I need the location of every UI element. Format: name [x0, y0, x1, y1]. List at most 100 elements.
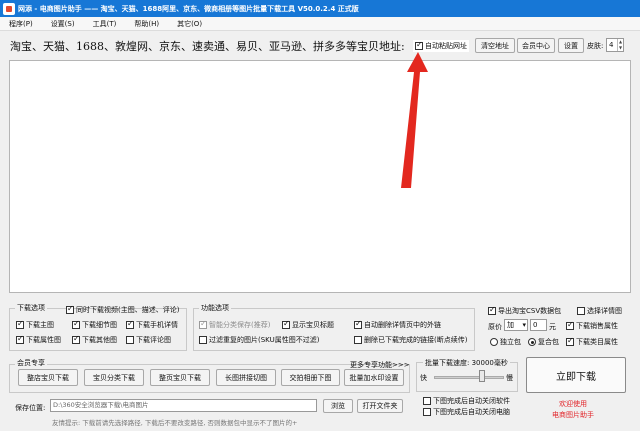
option-download-main-images[interactable]: 下载主图: [16, 319, 54, 330]
option-remove-external-links[interactable]: 自动删除详情页中的外链: [354, 319, 441, 330]
option-auto-close-software[interactable]: 下图完成后自动关闭软件: [423, 396, 510, 406]
save-path-input[interactable]: D:\360安全浏览器下载\电商图片: [50, 399, 317, 412]
save-location-label: 保存位置:: [15, 404, 46, 412]
url-textarea[interactable]: [9, 60, 631, 293]
price-operator-select[interactable]: 加: [504, 319, 528, 331]
option-label: 下载属性图: [26, 336, 61, 344]
option-export-csv[interactable]: 导出淘宝CSV数据包: [488, 305, 561, 316]
option-download-review-images[interactable]: 下载评论图: [126, 335, 171, 345]
radio-circle[interactable]: [528, 338, 536, 346]
option-label: 显示宝贝标题: [292, 321, 334, 329]
checkbox-box[interactable]: [423, 408, 431, 416]
option-download-mobile-details[interactable]: 下载手机详情: [126, 319, 178, 330]
menu-help[interactable]: 帮助(H): [125, 19, 168, 29]
checkbox-box[interactable]: [282, 319, 290, 329]
skin-spinner[interactable]: 4 ▲ ▼: [606, 38, 624, 52]
checkbox-box[interactable]: [354, 319, 362, 329]
speed-slider-track[interactable]: [434, 376, 504, 379]
option-label: 下图完成后自动关闭软件: [433, 397, 510, 405]
speed-slow-label: 慢: [506, 374, 513, 382]
speed-slider-thumb[interactable]: [478, 370, 485, 382]
shop-download-button[interactable]: 整店宝贝下载: [18, 369, 78, 386]
option-label: 下载类目属性: [576, 338, 618, 346]
option-download-category-attributes[interactable]: 下载类目属性: [566, 336, 618, 347]
window-title: 网添 - 电商图片助手 —— 淘宝、天猫、1688阿里、京东、微商相册等图片批量…: [18, 4, 359, 13]
spinner-arrows-icon[interactable]: ▲ ▼: [617, 39, 623, 51]
option-label: 复合包: [538, 338, 559, 346]
option-label: 下载销售属性: [576, 322, 618, 330]
checkbox-box[interactable]: [66, 304, 74, 314]
skin-value: 4: [609, 41, 614, 49]
function-options-title: 功能选项: [199, 303, 231, 313]
option-show-title[interactable]: 显示宝贝标题: [282, 319, 334, 330]
option-label: 下载主图: [26, 321, 54, 329]
checkbox-box[interactable]: [566, 320, 574, 330]
speed-fast-label: 快: [420, 374, 427, 382]
checkbox-box[interactable]: [577, 307, 585, 315]
price-value: 0: [533, 321, 538, 329]
price-value-input[interactable]: 0: [530, 319, 547, 331]
welcome-line-1: 欢迎使用: [559, 400, 587, 408]
option-download-other-images[interactable]: 下载其他图: [72, 334, 117, 345]
option-download-attribute-images[interactable]: 下载属性图: [16, 334, 61, 345]
option-label: 下载评论图: [136, 336, 171, 344]
checkbox-box[interactable]: [423, 397, 431, 405]
download-now-button[interactable]: 立即下载: [526, 357, 626, 393]
option-label: 下载手机详情: [136, 321, 178, 329]
member-section-title: 会员专享: [15, 358, 47, 368]
menu-other[interactable]: 其它(O): [168, 19, 211, 29]
checkbox-box[interactable]: [354, 336, 362, 344]
clear-address-button[interactable]: 清空地址: [475, 38, 515, 53]
option-label: 下载细节图: [82, 321, 117, 329]
checkbox-box[interactable]: [566, 336, 574, 346]
radio-standalone-pack[interactable]: 独立包: [490, 337, 521, 347]
app-logo-icon: [3, 2, 15, 15]
option-label: 下图完成后自动关闭电脑: [433, 408, 510, 416]
option-label: 独立包: [500, 338, 521, 346]
browse-button[interactable]: 浏览: [323, 399, 353, 413]
radio-combined-pack[interactable]: 复合包: [528, 337, 559, 347]
member-center-button[interactable]: 会员中心: [517, 38, 555, 53]
welcome-text: 欢迎使用 电商图片助手: [552, 399, 594, 421]
checkbox-box[interactable]: [199, 336, 207, 344]
save-path-value: D:\360安全浏览器下载\电商图片: [53, 401, 149, 409]
auto-paste-checkbox[interactable]: 自动粘贴网址: [413, 40, 469, 52]
checkbox-box[interactable]: [126, 336, 134, 344]
option-delete-finished-links[interactable]: 删除已下载完成的链接(断点续传): [354, 335, 467, 345]
open-folder-button[interactable]: 打开文件夹: [357, 399, 403, 413]
checkbox-box: [199, 319, 207, 329]
checkbox-box[interactable]: [16, 319, 24, 329]
checkbox-box[interactable]: [72, 319, 80, 329]
speed-label: 批量下载速度: 30000毫秒: [423, 358, 510, 368]
price-unit: 元: [549, 323, 556, 331]
option-filter-duplicates[interactable]: 过滤重复的图片(SKU属性图不过滤): [199, 335, 319, 345]
checkbox-box[interactable]: [415, 40, 423, 50]
menu-settings[interactable]: 设置(S): [42, 19, 84, 29]
menu-bar: 程序(P) 设置(S) 工具(T) 帮助(H) 其它(O): [0, 17, 640, 31]
option-label: 选择详情图: [587, 307, 622, 315]
welcome-line-2: 电商图片助手: [552, 411, 594, 419]
settings-button[interactable]: 设置: [558, 38, 584, 53]
checkbox-box[interactable]: [16, 334, 24, 344]
option-download-sales-attributes[interactable]: 下载销售属性: [566, 320, 618, 331]
option-select-detail-images[interactable]: 选择详情图: [577, 306, 622, 316]
menu-tools[interactable]: 工具(T): [84, 19, 126, 29]
skin-label: 皮肤:: [587, 42, 604, 50]
watermark-settings-button[interactable]: 批量加水印设置: [344, 369, 404, 386]
option-download-detail-images[interactable]: 下载细节图: [72, 319, 117, 330]
option-download-video[interactable]: 同时下载视频(主图、描述、评论): [66, 304, 179, 315]
option-auto-shutdown[interactable]: 下图完成后自动关闭电脑: [423, 407, 510, 417]
checkbox-box[interactable]: [126, 319, 134, 329]
checkbox-box[interactable]: [72, 334, 80, 344]
menu-program[interactable]: 程序(P): [0, 19, 42, 29]
album-download-button[interactable]: 交拍相册下图: [281, 369, 340, 386]
address-label: 淘宝、天猫、1688、敦煌网、京东、速卖通、易贝、亚马逊、拼多多等宝贝地址:: [10, 40, 405, 53]
long-image-stitch-button[interactable]: 长图拼接切图: [216, 369, 276, 386]
download-options-title: 下载选项: [15, 303, 47, 313]
page-download-button[interactable]: 整页宝贝下载: [150, 369, 210, 386]
checkbox-box[interactable]: [488, 305, 496, 315]
option-label: 删除已下载完成的链接(断点续传): [364, 336, 468, 344]
category-download-button[interactable]: 宝贝分类下载: [84, 369, 144, 386]
option-smart-category-save: 智能分类保存(推荐): [199, 319, 270, 330]
radio-circle[interactable]: [490, 338, 498, 346]
